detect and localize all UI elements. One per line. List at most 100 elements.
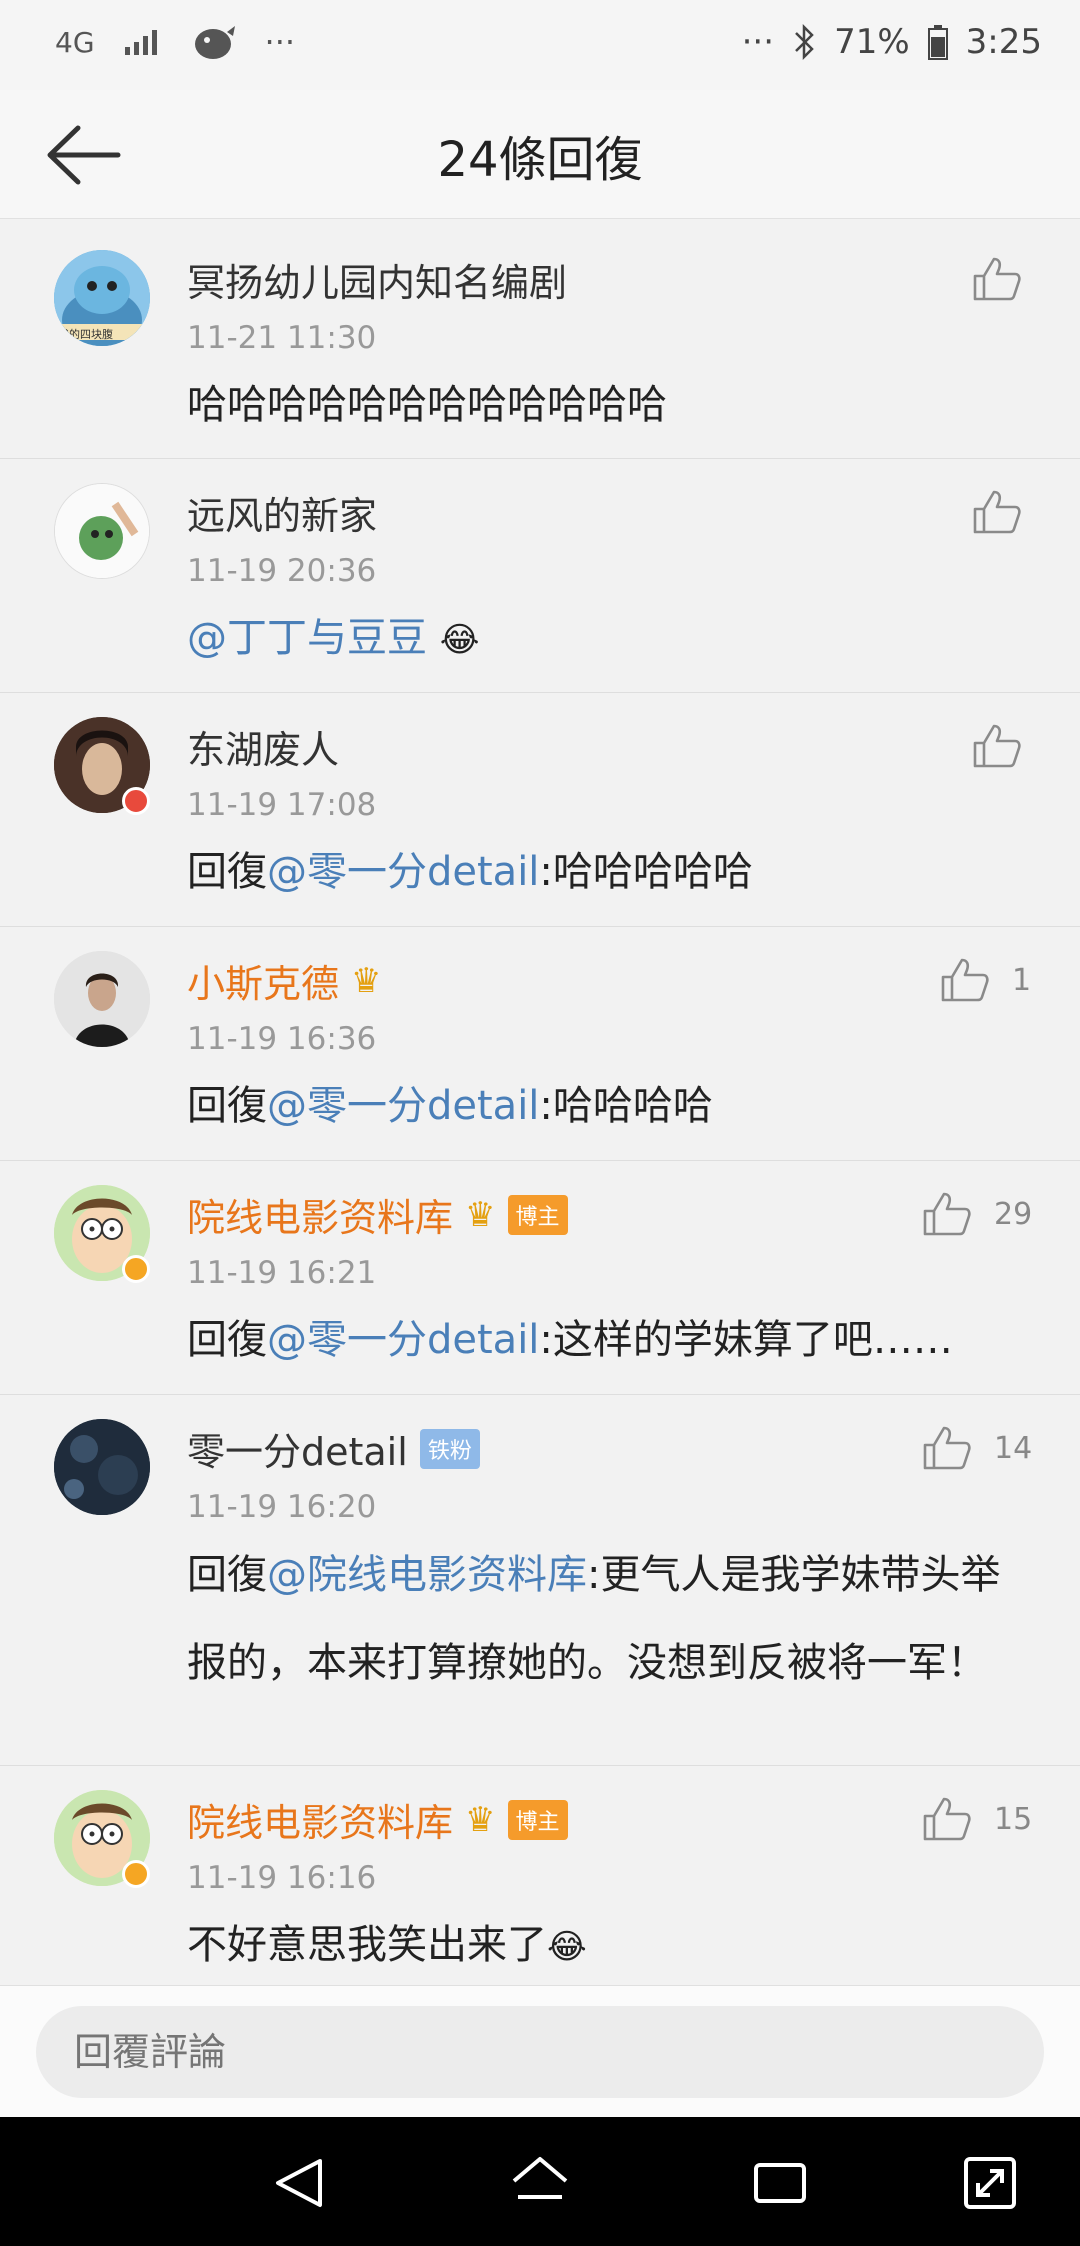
laugh-emoji: 😂	[439, 620, 480, 660]
commenter-name-text: 院线电影资料库	[187, 1196, 454, 1240]
nav-expand-icon[interactable]	[958, 2151, 1022, 2215]
comment-item: 零一分detail 铁粉 11-19 16:20 回復@院线电影资料库:更气人是…	[0, 1395, 1080, 1766]
commenter-name-text: 东湖废人	[187, 728, 340, 772]
comment-item: 院线电影资料库 ♛ 博主 11-19 16:16 不好意思我笑出来了😂 15	[0, 1766, 1080, 1998]
like-button[interactable]: 15	[922, 1794, 1032, 1844]
comment-text: 不好意思我笑出来了😂	[187, 1914, 1007, 1978]
commenter-name[interactable]: 东湖废人	[187, 719, 339, 774]
like-button[interactable]: 14	[922, 1423, 1032, 1473]
verified-badge	[122, 1255, 150, 1283]
reply-prefix: 回復	[187, 849, 267, 895]
laugh-emoji: 😂	[547, 1927, 587, 1967]
thumbs-up-icon	[973, 490, 1021, 534]
comment-time: 11-19 16:21	[187, 1255, 377, 1291]
commenter-name-text: 冥扬幼儿园内知名编剧	[187, 261, 568, 305]
like-button[interactable]	[972, 254, 1022, 304]
commenter-name-text: 小斯克德	[187, 962, 340, 1006]
like-button[interactable]	[972, 487, 1022, 537]
mention-link[interactable]: @院线电影资料库	[267, 1552, 587, 1598]
commenter-name[interactable]: 小斯克德 ♛	[187, 953, 382, 1008]
comment-body: :哈哈哈哈哈	[539, 849, 753, 895]
bluetooth-icon	[795, 23, 814, 61]
top-app-bar: 24條回復	[0, 90, 1080, 219]
reply-prefix: 回復	[187, 1552, 267, 1598]
nav-recents-icon[interactable]	[748, 2151, 812, 2215]
fan-tag: 铁粉	[419, 1428, 480, 1469]
comment-item: 院线电影资料库 ♛ 博主 11-19 16:21 回復@零一分detail:这样…	[0, 1161, 1080, 1395]
comment-text: @丁丁与豆豆 😂	[187, 607, 1007, 671]
comment-time: 11-19 16:16	[187, 1860, 377, 1896]
signal-icon	[124, 30, 157, 55]
reply-bar	[0, 1985, 1080, 2118]
comment-body: 不好意思我笑出来了	[187, 1922, 547, 1968]
like-count: 29	[994, 1196, 1033, 1232]
comment-item: 我的四块腹 冥扬幼儿园内知名编剧 11-21 11:30 哈哈哈哈哈哈哈哈哈哈哈…	[0, 226, 1080, 459]
avatar[interactable]	[54, 951, 150, 1047]
network-indicator: 4G	[55, 25, 95, 59]
more-notifications-icon: ···	[264, 23, 296, 61]
comment-time: 11-19 20:36	[187, 553, 377, 589]
reply-prefix: 回復	[187, 1317, 267, 1363]
author-tag: 博主	[507, 1799, 568, 1840]
comment-text: 哈哈哈哈哈哈哈哈哈哈哈哈	[187, 374, 1007, 436]
thumbs-up-icon	[923, 1426, 971, 1470]
thumbs-up-icon	[973, 257, 1021, 301]
like-button[interactable]: 29	[922, 1189, 1032, 1239]
commenter-name-text: 院线电影资料库	[187, 1801, 454, 1845]
comment-text: 回復@零一分detail:哈哈哈哈	[187, 1075, 1007, 1137]
vip-crown-icon: ♛	[465, 1194, 496, 1235]
avatar[interactable]	[54, 483, 150, 579]
like-count: 1	[1012, 962, 1032, 998]
verified-badge	[122, 787, 150, 815]
commenter-name[interactable]: 院线电影资料库 ♛ 博主	[187, 1792, 568, 1847]
clock: 3:25	[965, 22, 1042, 62]
mention-link[interactable]: @零一分detail	[267, 1083, 539, 1129]
reply-input[interactable]	[36, 2006, 1044, 2098]
comment-list: 我的四块腹 冥扬幼儿园内知名编剧 11-21 11:30 哈哈哈哈哈哈哈哈哈哈哈…	[0, 226, 1080, 1998]
commenter-name[interactable]: 冥扬幼儿园内知名编剧	[187, 252, 567, 307]
comment-item: 东湖废人 11-19 17:08 回復@零一分detail:哈哈哈哈哈	[0, 693, 1080, 927]
verified-badge	[122, 1860, 150, 1888]
commenter-name-text: 远风的新家	[187, 494, 378, 538]
comment-item: 远风的新家 11-19 20:36 @丁丁与豆豆 😂	[0, 459, 1080, 693]
battery-percent: 71%	[834, 22, 910, 62]
comment-time: 11-19 16:36	[187, 1021, 377, 1057]
avatar[interactable]	[54, 1419, 150, 1515]
mention-link[interactable]: @零一分detail	[267, 1317, 539, 1363]
mention-link[interactable]: @丁丁与豆豆	[187, 615, 427, 661]
avatar-caption: 我的四块腹	[58, 328, 113, 341]
thumbs-up-icon	[941, 958, 989, 1002]
like-count: 15	[994, 1801, 1033, 1837]
comment-text: 回復@院线电影资料库:更气人是我学妹带头举报的，本来打算撩她的。没想到反被将一军…	[187, 1531, 1007, 1707]
page-title: 24條回復	[437, 132, 643, 188]
thumbs-up-icon	[973, 724, 1021, 768]
comment-text: 回復@零一分detail:哈哈哈哈哈	[187, 841, 1007, 903]
comment-body: :这样的学妹算了吧……	[539, 1317, 953, 1363]
nav-back-icon[interactable]	[268, 2151, 332, 2215]
commenter-name[interactable]: 零一分detail 铁粉	[187, 1421, 480, 1476]
author-tag: 博主	[507, 1194, 568, 1235]
thumbs-up-icon	[923, 1192, 971, 1236]
comment-text: 回復@零一分detail:这样的学妹算了吧……	[187, 1309, 1007, 1371]
comment-time: 11-19 17:08	[187, 787, 377, 823]
comment-time: 11-19 16:20	[187, 1489, 377, 1525]
vip-crown-icon: ♛	[351, 960, 382, 1001]
vip-crown-icon: ♛	[465, 1799, 496, 1840]
comment-body: :哈哈哈哈	[539, 1083, 713, 1129]
like-button[interactable]: 1	[940, 955, 1031, 1005]
commenter-name[interactable]: 院线电影资料库 ♛ 博主	[187, 1187, 568, 1242]
commenter-name[interactable]: 远风的新家	[187, 485, 377, 540]
like-button[interactable]	[972, 721, 1022, 771]
like-count: 14	[994, 1430, 1033, 1466]
battery-icon	[927, 25, 948, 60]
nav-home-icon[interactable]	[508, 2151, 572, 2215]
thumbs-up-icon	[923, 1797, 971, 1841]
comment-time: 11-21 11:30	[187, 320, 377, 356]
more-status-icon: ···	[741, 22, 775, 62]
comment-item: 小斯克德 ♛ 11-19 16:36 回復@零一分detail:哈哈哈哈 1	[0, 927, 1080, 1161]
status-bar: 4G ··· ··· 71% 3:25	[0, 0, 1080, 90]
commenter-name-text: 零一分detail	[187, 1430, 408, 1474]
mention-link[interactable]: @零一分detail	[267, 849, 539, 895]
avatar[interactable]: 我的四块腹	[54, 250, 150, 346]
comment-body: 哈哈哈哈哈哈哈哈哈哈哈哈	[187, 382, 667, 428]
